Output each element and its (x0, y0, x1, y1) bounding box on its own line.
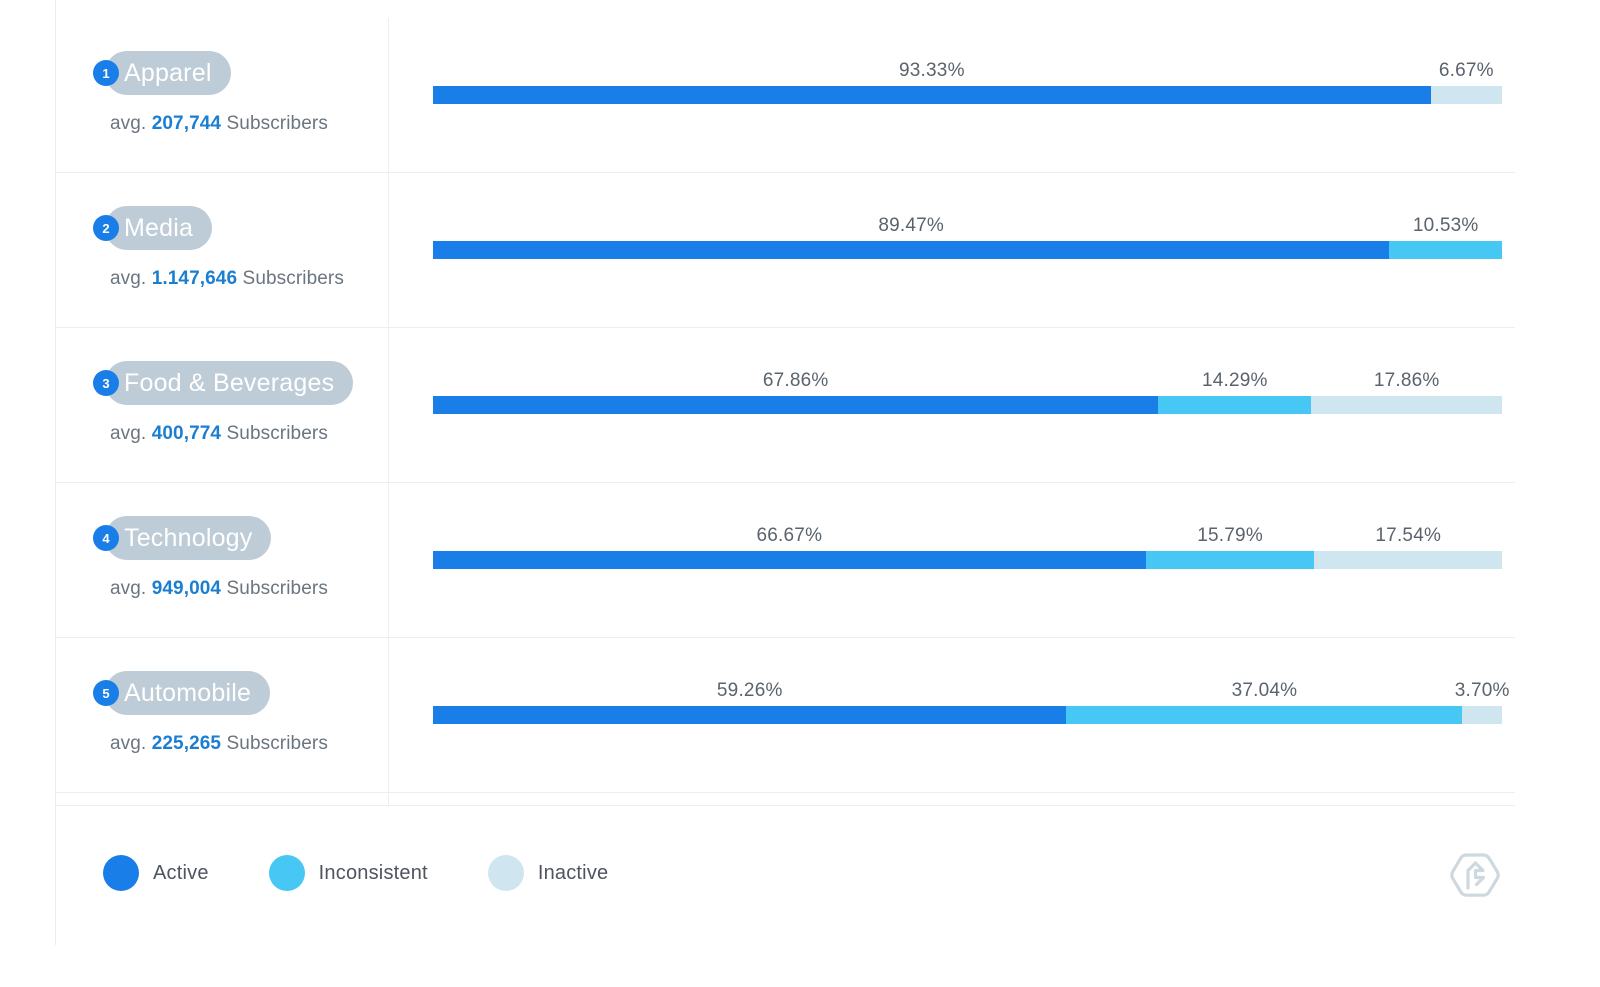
brand-logo-icon (1447, 849, 1503, 901)
rank-badge: 2 (93, 215, 119, 241)
avg-suffix: Subscribers (226, 113, 328, 134)
category-pill-wrap: Media (105, 206, 213, 250)
percent-label-layer: 67.86% 14.29% 17.86% (433, 370, 1502, 414)
avg-suffix: Subscribers (242, 268, 344, 289)
percent-label-layer: 66.67% 15.79% 17.54% (433, 525, 1502, 569)
category-pill[interactable]: Media (105, 206, 213, 250)
percent-label-layer: 89.47% 10.53% (433, 215, 1502, 259)
legend-item[interactable]: Inactive (487, 855, 609, 891)
avg-value: 949,004 (151, 578, 222, 599)
row-label-cell: Food & Beverages 3 avg. 400,774 Subscriber… (55, 328, 388, 482)
row-bar-cell: 93.33% 6.67% (388, 18, 1515, 172)
percent-label-active: 66.67% (756, 525, 823, 546)
avg-suffix: Subscribers (226, 733, 328, 754)
percent-label-inactive: 17.86% (1373, 370, 1440, 391)
chart-rows: Apparel 1 avg. 207,744 Subscribers 93.33% 6.… (55, 18, 1515, 805)
table-row[interactable]: Food & Beverages 3 avg. 400,774 Subscriber… (55, 328, 1515, 483)
chart-legend: Active Inconsistent Inactive (103, 855, 608, 891)
legend-swatch-icon (103, 855, 139, 891)
avg-suffix: Subscribers (226, 423, 328, 444)
row-bar-cell: 66.67% 15.79% 17.54% (388, 483, 1515, 637)
legend-swatch-icon (487, 855, 524, 891)
rank-badge: 1 (93, 60, 119, 86)
category-pill-wrap: Technology (105, 516, 272, 560)
row-label-cell: Apparel 1 avg. 207,744 Subscribers (55, 18, 388, 172)
legend-item[interactable]: Active (103, 855, 209, 891)
percent-label-inconsistent: 15.79% (1197, 525, 1263, 546)
percent-label-inactive: 17.54% (1375, 525, 1442, 546)
avg-subscribers-text: avg. 207,744 Subscribers (110, 113, 328, 135)
category-pill-wrap: Apparel (105, 51, 231, 95)
avg-value: 400,774 (151, 423, 222, 444)
row-bar-cell: 67.86% 14.29% 17.86% (388, 328, 1515, 482)
category-pill-wrap: Automobile (105, 671, 271, 715)
percent-label-inconsistent: 14.29% (1201, 370, 1268, 391)
avg-subscribers-text: avg. 400,774 Subscribers (110, 423, 328, 445)
percent-label-inactive: 6.67% (1438, 60, 1494, 81)
category-pill[interactable]: Apparel (105, 51, 231, 95)
avg-suffix: Subscribers (226, 578, 328, 599)
percent-label-active: 93.33% (899, 60, 965, 81)
footer-divider (55, 805, 1515, 806)
avg-value: 207,744 (151, 113, 222, 134)
rank-badge: 5 (93, 680, 119, 706)
row-label-cell: Media 2 avg. 1.147,646 Subscribers (55, 173, 388, 327)
table-row[interactable]: Automobile 5 avg. 225,265 Subscribers 59.26… (55, 638, 1515, 793)
percent-label-inconsistent: 37.04% (1231, 680, 1298, 701)
category-pill[interactable]: Food & Beverages (105, 361, 354, 405)
percent-label-layer: 59.26% 37.04% 3.70% (433, 680, 1510, 724)
percent-label-active: 89.47% (878, 215, 945, 236)
category-pill[interactable]: Automobile (105, 671, 271, 715)
legend-swatch-icon (268, 855, 305, 891)
rank-badge: 3 (93, 370, 119, 396)
legend-item[interactable]: Inconsistent (268, 855, 428, 891)
avg-value: 225,265 (151, 733, 222, 754)
table-row[interactable]: Technology 4 avg. 949,004 Subscribers 66.67… (55, 483, 1515, 638)
legend-label: Inconsistent (318, 861, 428, 884)
avg-subscribers-text: avg. 225,265 Subscribers (110, 733, 328, 755)
table-row[interactable]: Apparel 1 avg. 207,744 Subscribers 93.33% 6.… (55, 18, 1515, 173)
avg-subscribers-text: avg. 1.147,646 Subscribers (110, 268, 344, 290)
avg-value: 1.147,646 (151, 268, 238, 289)
row-bar-cell: 89.47% 10.53% (388, 173, 1515, 327)
percent-label-inconsistent: 10.53% (1412, 215, 1479, 236)
avg-subscribers-text: avg. 949,004 Subscribers (110, 578, 328, 600)
row-label-cell: Technology 4 avg. 949,004 Subscribers (55, 483, 388, 637)
row-label-cell: Automobile 5 avg. 225,265 Subscribers (55, 638, 388, 792)
avg-prefix: avg. (110, 268, 147, 289)
category-pill[interactable]: Technology (105, 516, 272, 560)
table-row[interactable]: Media 2 avg. 1.147,646 Subscribers 89.47% 10… (55, 173, 1515, 328)
category-pill-wrap: Food & Beverages (105, 361, 354, 405)
row-bar-cell: 59.26% 37.04% 3.70% (388, 638, 1515, 792)
avg-prefix: avg. (110, 578, 147, 599)
percent-label-inactive: 3.70% (1454, 680, 1510, 701)
avg-prefix: avg. (110, 423, 147, 444)
stacked-bar-chart: Apparel 1 avg. 207,744 Subscribers 93.33% 6.… (0, 0, 1600, 987)
legend-label: Inactive (537, 861, 609, 884)
percent-label-layer: 93.33% 6.67% (433, 60, 1502, 104)
avg-prefix: avg. (110, 113, 147, 134)
percent-label-active: 59.26% (716, 680, 783, 701)
legend-label: Active (153, 861, 209, 884)
avg-prefix: avg. (110, 733, 147, 754)
rank-badge: 4 (93, 525, 119, 551)
percent-label-active: 67.86% (762, 370, 829, 391)
